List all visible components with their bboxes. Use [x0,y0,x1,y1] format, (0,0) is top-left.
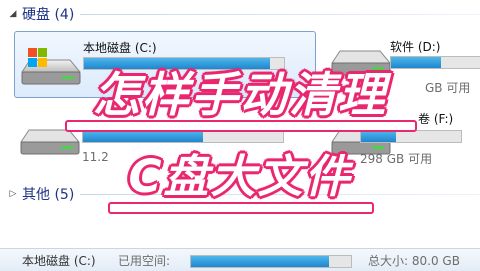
group-divider [80,13,480,15]
details-used-label: 已用空间: [118,254,171,268]
drive-name: 本地磁盘 (C:) [83,41,157,55]
overlay-underline [65,120,417,132]
details-total-size: 总大小: 80.0 GB [368,254,460,268]
overlay-title-line2: C盘大文件 [128,150,352,203]
details-drive-name: 本地磁盘 (C:) [22,254,96,268]
collapse-arrow-icon[interactable]: ◢ [6,9,20,19]
group-label: 硬盘 (4) [22,7,75,23]
details-pane: 本地磁盘 (C:) 已用空间: 总大小: 80.0 GB [0,248,480,271]
details-capacity-bar-fill [191,256,329,267]
details-capacity-bar [190,255,352,268]
drive-name: 软件 (D:) [390,40,441,54]
overlay-underline [108,202,374,214]
group-header-hard-disks[interactable]: ◢ 硬盘 (4) [0,3,480,25]
overlay-title-line1: 怎样手动清理 [93,68,387,123]
